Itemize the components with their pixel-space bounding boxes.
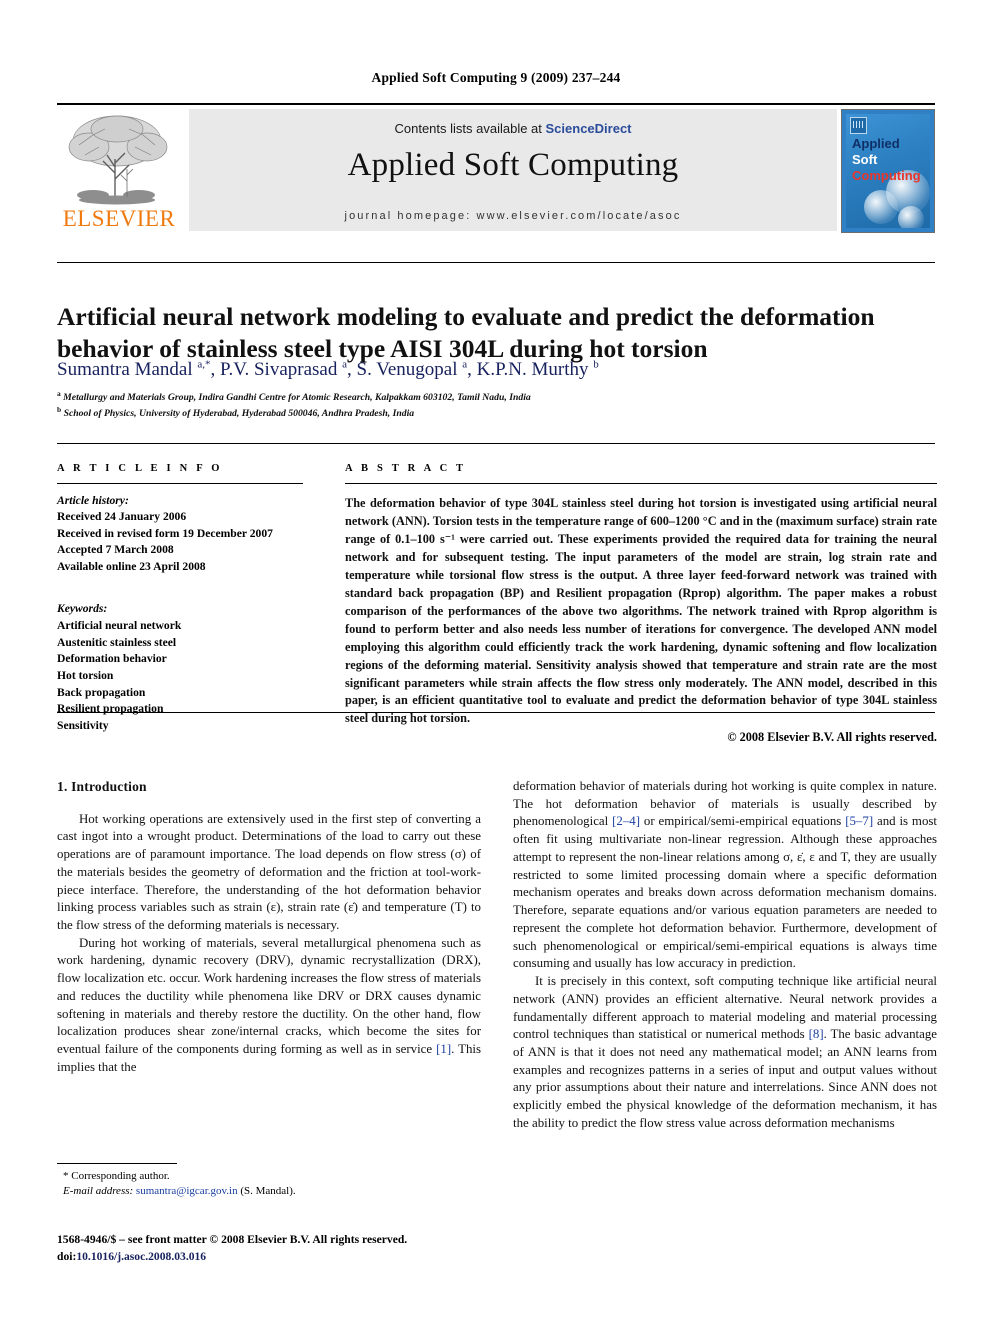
corresponding-author-line: * Corresponding author. — [57, 1169, 481, 1184]
doi-link[interactable]: 10.1016/j.asoc.2008.03.016 — [76, 1250, 206, 1263]
body-column-left: 1. Introduction Hot working operations a… — [57, 778, 481, 1077]
citation-link[interactable]: [8] — [809, 1027, 824, 1041]
contents-available-line: Contents lists available at ScienceDirec… — [189, 121, 837, 136]
article-history-label: Article history: — [57, 494, 129, 507]
abstract-column: A B S T R A C T The deformation behavior… — [345, 463, 937, 745]
affiliation-a: a Metallurgy and Materials Group, Indira… — [57, 389, 937, 405]
body-column-right: deformation behavior of materials during… — [513, 778, 937, 1133]
author-list: Sumantra Mandal a,*, P.V. Sivaprasad a, … — [57, 358, 937, 382]
affiliation-list: a Metallurgy and Materials Group, Indira… — [57, 389, 937, 422]
title-divider — [57, 262, 935, 263]
cover-line-computing: Computing — [852, 167, 921, 183]
keyword-item: Deformation behavior — [57, 652, 167, 666]
citation-link[interactable]: [2–4] — [612, 814, 640, 828]
authors-text: Sumantra Mandal a,*, P.V. Sivaprasad a, … — [57, 358, 599, 380]
email-label: E-mail address: — [63, 1185, 134, 1198]
abstract-frame-top-divider — [57, 443, 935, 444]
cover-title-text: Applied Soft Computing — [852, 136, 921, 184]
keyword-item: Back propagation — [57, 685, 146, 699]
abstract-divider — [345, 483, 937, 484]
section-title-introduction: 1. Introduction — [57, 779, 147, 794]
sciencedirect-link[interactable]: ScienceDirect — [546, 121, 632, 136]
cover-bubble-icon — [864, 190, 898, 224]
running-head: Applied Soft Computing 9 (2009) 237–244 — [371, 70, 621, 85]
article-info-heading: A R T I C L E I N F O — [57, 463, 223, 474]
article-title: Artificial neural network modeling to ev… — [57, 302, 875, 364]
journal-article-page: Applied Soft Computing 9 (2009) 237–244 — [0, 0, 992, 1323]
history-item: Received in revised form 19 December 200… — [57, 526, 273, 540]
abstract-copyright: © 2008 Elsevier B.V. All rights reserved… — [727, 730, 937, 745]
corresponding-author-footnote: * Corresponding author. E-mail address: … — [57, 1163, 481, 1200]
journal-masthead: ELSEVIER Contents lists available at Sci… — [57, 103, 935, 235]
affiliation-text-b: School of Physics, University of Hyderab… — [63, 408, 415, 420]
issn-front-matter-line: 1568-4946/$ – see front matter © 2008 El… — [57, 1233, 408, 1246]
article-info-column: A R T I C L E I N F O Article history: R… — [57, 463, 303, 735]
keywords-block: Keywords: Artificial neural network Aust… — [57, 601, 303, 735]
footnote-divider — [57, 1163, 177, 1164]
affiliation-marker-a: a — [57, 389, 61, 398]
affiliation-marker-b: b — [57, 405, 62, 415]
keyword-item: Austenitic stainless steel — [57, 635, 177, 649]
keyword-item: Resilient propagation — [57, 702, 164, 716]
keyword-item: Sensitivity — [57, 719, 109, 733]
history-item: Received 24 January 2006 — [57, 510, 187, 524]
keyword-item: Artificial neural network — [57, 618, 182, 632]
abstract-heading: A B S T R A C T — [345, 463, 467, 474]
cover-line-applied: Applied — [852, 136, 900, 151]
body-paragraph: It is precisely in this context, soft co… — [513, 974, 937, 1130]
email-owner: (S. Mandal). — [240, 1185, 296, 1198]
citation-link[interactable]: [5–7] — [845, 814, 873, 828]
article-info-divider — [57, 483, 303, 484]
corresponding-author-marker: * — [63, 1170, 69, 1182]
journal-cover-art: Applied Soft Computing — [846, 114, 930, 228]
elsevier-wordmark: ELSEVIER — [62, 206, 176, 231]
affiliation-b: b School of Physics, University of Hyder… — [57, 405, 937, 421]
abstract-text: The deformation behavior of type 304L st… — [345, 496, 937, 726]
masthead-band: Contents lists available at ScienceDirec… — [189, 109, 837, 231]
keyword-item: Hot torsion — [57, 669, 114, 683]
citation-link[interactable]: [1] — [436, 1042, 451, 1056]
elsevier-tree-logo: ELSEVIER — [59, 111, 179, 233]
corresponding-author-text: Corresponding author. — [71, 1170, 170, 1182]
journal-cover-thumbnail[interactable]: Applied Soft Computing — [841, 109, 935, 233]
body-paragraph: Hot working operations are extensively u… — [57, 811, 481, 932]
cover-line-soft: Soft — [852, 151, 878, 167]
affiliation-text-a: Metallurgy and Materials Group, Indira G… — [63, 392, 531, 404]
keywords-label: Keywords: — [57, 602, 108, 616]
abstract-frame-bottom-divider — [57, 712, 935, 713]
cover-bubble-icon — [898, 206, 924, 228]
doi-line: doi:10.1016/j.asoc.2008.03.016 — [57, 1249, 577, 1266]
doi-label: doi: — [57, 1249, 77, 1263]
body-paragraph: During hot working of materials, several… — [57, 935, 481, 1074]
email-link[interactable]: sumantra@igcar.gov.in — [136, 1185, 238, 1197]
article-history-block: Article history: Received 24 January 200… — [57, 493, 303, 575]
elsevier-mark-icon — [850, 117, 867, 134]
journal-homepage-link[interactable]: journal homepage: www.elsevier.com/locat… — [189, 210, 837, 222]
contents-prefix: Contents lists available at — [394, 121, 546, 136]
history-item: Available online 23 April 2008 — [57, 559, 206, 573]
journal-title: Applied Soft Computing — [347, 147, 679, 183]
body-paragraph: deformation behavior of materials during… — [513, 779, 937, 971]
history-item: Accepted 7 March 2008 — [57, 543, 174, 557]
page-footer: 1568-4946/$ – see front matter © 2008 El… — [57, 1232, 577, 1266]
email-line: E-mail address: sumantra@igcar.gov.in (S… — [57, 1184, 481, 1199]
